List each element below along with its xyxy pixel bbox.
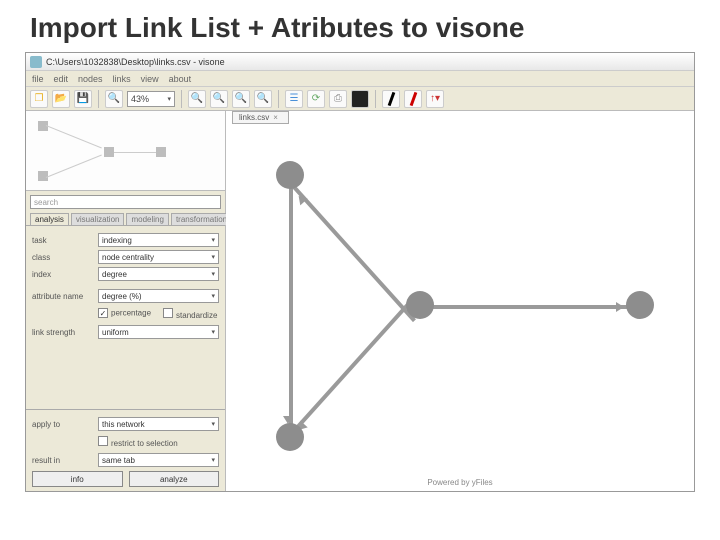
linkstrength-select[interactable]: uniform bbox=[98, 325, 219, 339]
overview-node bbox=[104, 147, 114, 157]
graph-node[interactable] bbox=[276, 161, 304, 189]
graph-edge bbox=[293, 186, 416, 322]
applyto-label: apply to bbox=[32, 420, 94, 429]
task-select[interactable]: indexing bbox=[98, 233, 219, 247]
graph-edge bbox=[293, 296, 416, 432]
linkstrength-label: link strength bbox=[32, 328, 94, 337]
info-button[interactable]: info bbox=[32, 471, 123, 487]
open-file-icon[interactable]: 📂 bbox=[52, 90, 70, 108]
search-input[interactable]: search bbox=[30, 195, 221, 209]
list-icon[interactable]: ☰ bbox=[285, 90, 303, 108]
index-select[interactable]: degree bbox=[98, 267, 219, 281]
print-icon[interactable]: ⎙ bbox=[329, 90, 347, 108]
analyze-button[interactable]: analyze bbox=[129, 471, 220, 487]
graph-edge bbox=[431, 305, 631, 309]
index-label: index bbox=[32, 270, 94, 279]
standardize-label: standardize bbox=[176, 311, 217, 320]
task-label: task bbox=[32, 236, 94, 245]
attr-label: attribute name bbox=[32, 292, 94, 301]
graph-edge bbox=[289, 187, 293, 435]
sidebar: search analysis visualization modeling t… bbox=[26, 111, 226, 491]
overview-panel[interactable] bbox=[26, 111, 225, 191]
zoom-fit-icon[interactable]: 🔍 bbox=[232, 90, 250, 108]
tab-analysis[interactable]: analysis bbox=[30, 213, 69, 225]
analysis-panel: task indexing class node centrality inde… bbox=[26, 225, 225, 409]
menu-links[interactable]: links bbox=[113, 74, 131, 84]
standardize-checkbox[interactable] bbox=[163, 308, 173, 318]
tab-modeling[interactable]: modeling bbox=[126, 213, 168, 225]
menu-edit[interactable]: edit bbox=[54, 74, 69, 84]
menu-nodes[interactable]: nodes bbox=[78, 74, 103, 84]
resultin-select[interactable]: same tab bbox=[98, 453, 219, 467]
zoom-icon[interactable]: 🔍 bbox=[105, 90, 123, 108]
canvas-footer: Powered by yFiles bbox=[427, 478, 492, 487]
applyto-select[interactable]: this network bbox=[98, 417, 219, 431]
graph-node[interactable] bbox=[626, 291, 654, 319]
resultin-label: result in bbox=[32, 456, 94, 465]
pen-black-icon[interactable] bbox=[382, 90, 400, 108]
tab-visualization[interactable]: visualization bbox=[71, 213, 125, 225]
application-window: C:\Users\1032838\Desktop\links.csv - vis… bbox=[25, 52, 695, 492]
graph-canvas[interactable]: links.csv× Powered by yFiles bbox=[226, 111, 694, 491]
new-file-icon[interactable]: ❐ bbox=[30, 90, 48, 108]
slide-title: Import Link List + Atributes to visone bbox=[0, 0, 720, 52]
arrowhead-icon bbox=[616, 302, 624, 312]
graph-node[interactable] bbox=[276, 423, 304, 451]
toolbar: ❐ 📂 💾 🔍 43% 🔍 🔍 🔍 🔍 ☰ ⟳ ⎙ ↑▾ bbox=[26, 87, 694, 111]
percentage-label: percentage bbox=[111, 309, 151, 318]
zoom-reset-icon[interactable]: 🔍 bbox=[254, 90, 272, 108]
close-tab-icon[interactable]: × bbox=[273, 113, 278, 122]
zoom-out-icon[interactable]: 🔍 bbox=[210, 90, 228, 108]
attr-select[interactable]: degree (%) bbox=[98, 289, 219, 303]
menubar: file edit nodes links view about bbox=[26, 71, 694, 87]
window-titlebar: C:\Users\1032838\Desktop\links.csv - vis… bbox=[26, 53, 694, 71]
refresh-icon[interactable]: ⟳ bbox=[307, 90, 325, 108]
menu-file[interactable]: file bbox=[32, 74, 44, 84]
zoom-in-icon[interactable]: 🔍 bbox=[188, 90, 206, 108]
graph-node[interactable] bbox=[406, 291, 434, 319]
menu-about[interactable]: about bbox=[169, 74, 192, 84]
swatch-icon[interactable] bbox=[351, 90, 369, 108]
bottom-panel: apply to this network restrict to select… bbox=[26, 409, 225, 491]
sidebar-tabs: analysis visualization modeling transfor… bbox=[26, 213, 225, 225]
save-file-icon[interactable]: 💾 bbox=[74, 90, 92, 108]
percentage-checkbox[interactable]: ✓ bbox=[98, 308, 108, 318]
window-title-text: C:\Users\1032838\Desktop\links.csv - vis… bbox=[46, 57, 225, 67]
tool-dropdown-icon[interactable]: ↑▾ bbox=[426, 90, 444, 108]
canvas-tab[interactable]: links.csv× bbox=[232, 111, 289, 124]
app-icon bbox=[30, 56, 42, 68]
overview-node bbox=[156, 147, 166, 157]
class-label: class bbox=[32, 253, 94, 262]
pen-red-icon[interactable] bbox=[404, 90, 422, 108]
restrict-checkbox[interactable] bbox=[98, 436, 108, 446]
tab-transformation[interactable]: transformation bbox=[171, 213, 232, 225]
menu-view[interactable]: view bbox=[141, 74, 159, 84]
zoom-select[interactable]: 43% bbox=[127, 91, 175, 107]
restrict-label: restrict to selection bbox=[111, 439, 178, 448]
class-select[interactable]: node centrality bbox=[98, 250, 219, 264]
